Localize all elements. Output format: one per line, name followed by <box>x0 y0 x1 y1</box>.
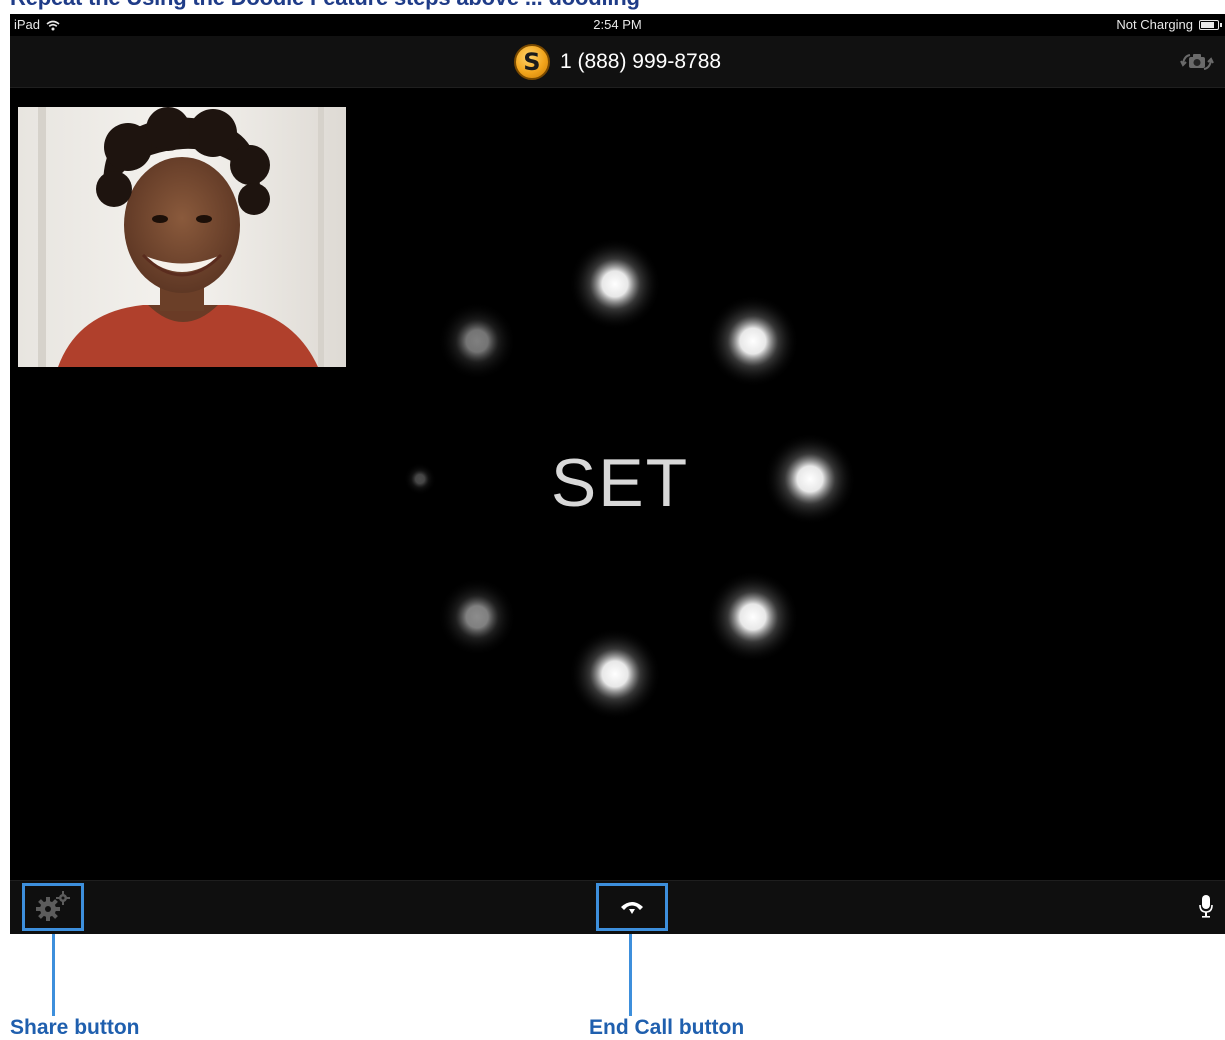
hang-up-phone-icon <box>621 902 643 914</box>
spinner-dot <box>403 462 437 496</box>
spinner-dot <box>706 295 799 388</box>
spinner-dot <box>569 628 661 720</box>
bottom-toolbar <box>10 880 1225 934</box>
top-caption: Repeat the Using the Doodle Feature step… <box>0 0 1225 14</box>
end-call-button[interactable] <box>596 883 668 931</box>
spinner-dot <box>438 577 517 657</box>
spinner-dot <box>438 302 517 381</box>
ipad-screen: iPad 2:54 PM Not Charging S 1 (888) 999-… <box>10 14 1225 934</box>
spinner-dot <box>764 433 856 525</box>
share-callout-label: Share button <box>10 1016 140 1039</box>
share-callout-line <box>52 934 55 1016</box>
status-text: SET <box>550 445 690 521</box>
spinner-dot <box>706 570 799 663</box>
microphone-icon <box>1199 895 1213 918</box>
spinner-dot <box>569 238 661 330</box>
end-call-callout-label: End Call button <box>589 1016 745 1039</box>
end-call-callout-line <box>629 934 632 1016</box>
gear-icon <box>36 891 70 921</box>
microphone-button[interactable] <box>1193 891 1219 921</box>
share-button[interactable] <box>22 883 84 931</box>
